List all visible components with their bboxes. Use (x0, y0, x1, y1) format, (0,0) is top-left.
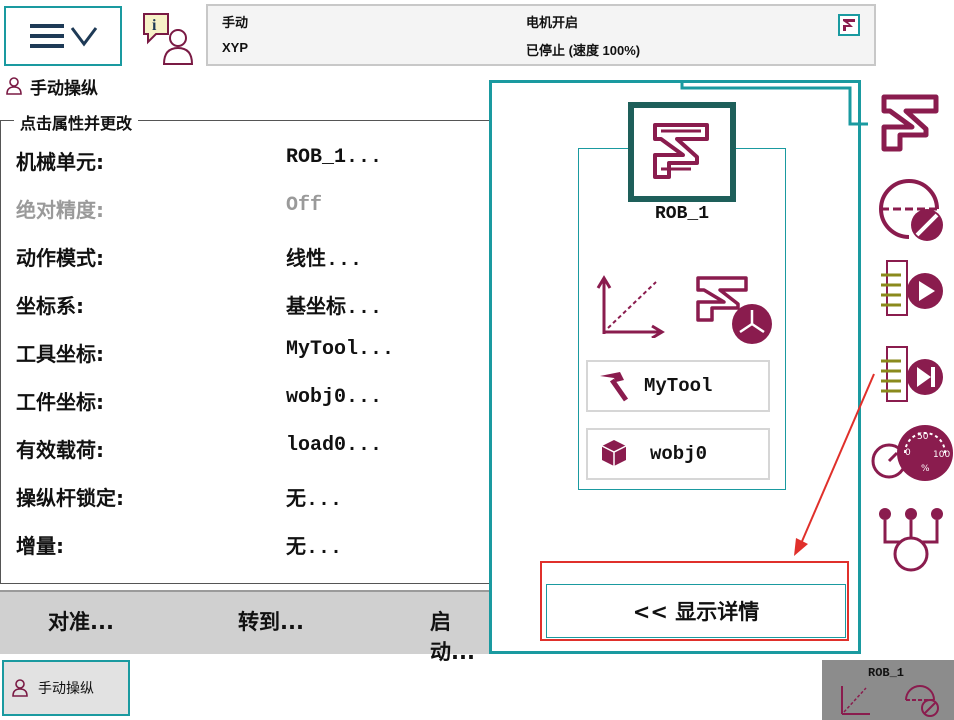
quickset-unit-label: ROB_1 (868, 666, 905, 680)
coordinate-system-icon[interactable] (694, 272, 778, 350)
property-motion-mode[interactable]: 动作模式: 线性... (16, 242, 486, 272)
property-value: 基坐标... (286, 297, 383, 320)
run-mode-icon[interactable] (868, 248, 954, 328)
mechanical-unit-quick-icon[interactable] (868, 84, 954, 164)
svg-text:100: 100 (933, 450, 950, 460)
property-value: 无... (286, 537, 343, 560)
action-bar: 对准... 转到... 启动... (0, 590, 490, 664)
property-label: 坐标系: (16, 294, 84, 318)
property-workobject[interactable]: 工件坐标: wobj0... (16, 386, 486, 416)
property-mechanical-unit[interactable]: 机械单元: ROB_1... (16, 146, 486, 176)
step-mode-icon[interactable] (868, 334, 954, 414)
property-payload[interactable]: 有效载荷: load0... (16, 434, 486, 464)
property-increment[interactable]: 增量: 无... (16, 530, 486, 560)
property-label: 工件坐标: (16, 390, 104, 414)
speed-icon[interactable]: 50 0 100 % (868, 414, 954, 498)
align-button[interactable]: 对准... (48, 606, 114, 636)
svg-text:i: i (152, 17, 157, 34)
motor-state: 电机开启 (526, 15, 579, 30)
property-value: 无... (286, 489, 343, 512)
property-label: 绝对精度: (16, 198, 104, 222)
hammer-icon (600, 372, 629, 402)
increment-off-icon (905, 685, 939, 717)
main-menu-button[interactable] (4, 6, 122, 66)
motion-mode-icon (841, 686, 870, 715)
taskbar-jogging-button[interactable]: 手动操纵 (2, 660, 130, 716)
property-absolute-accuracy: 绝对精度: Off (16, 194, 486, 224)
property-value: wobj0... (286, 386, 383, 409)
page-title-text: 手动操纵 (30, 78, 98, 99)
property-label: 动作模式: (16, 246, 104, 270)
property-label: 机械单元: (16, 150, 104, 174)
svg-text:0: 0 (905, 448, 911, 458)
taskbar-jogging-label: 手动操纵 (38, 681, 94, 697)
property-coordinate-system[interactable]: 坐标系: 基坐标... (16, 290, 486, 320)
property-value: load0... (286, 434, 383, 457)
cube-icon (601, 440, 627, 466)
goto-button[interactable]: 转到... (238, 606, 304, 636)
property-joystick-lock[interactable]: 操纵杆锁定: 无... (16, 482, 486, 512)
property-value: MyTool... (286, 338, 395, 361)
annotation-arrow (794, 373, 875, 556)
activate-button[interactable]: 启动... (430, 606, 490, 666)
workobject-select-button[interactable]: wobj0 (586, 428, 770, 480)
tasks-icon[interactable] (868, 500, 954, 580)
mechanical-unit-button[interactable] (628, 102, 736, 202)
property-tool[interactable]: 工具坐标: MyTool... (16, 338, 486, 368)
tool-select-button[interactable]: MyTool (586, 360, 770, 412)
operating-mode: 手动 (222, 15, 249, 30)
property-label: 有效载荷: (16, 438, 104, 462)
properties-group-title: 点击属性并更改 (14, 110, 139, 134)
workobject-name: wobj0 (650, 443, 708, 465)
show-details-button[interactable]: << 显示详情 (546, 584, 846, 638)
property-value: ROB_1... (286, 146, 383, 169)
property-label: 操纵杆锁定: (16, 486, 124, 510)
active-task: XYP (222, 40, 249, 55)
property-value: 线性... (286, 249, 363, 272)
event-log-icon[interactable]: i (138, 8, 200, 66)
robot-status-icon (838, 14, 860, 39)
jogging-icon (12, 679, 28, 697)
property-value: Off (286, 194, 323, 217)
program-state: 已停止 (速度 100%) (526, 43, 641, 58)
jogging-icon (6, 77, 22, 95)
motion-mode-icon[interactable] (596, 274, 666, 342)
svg-text:%: % (921, 464, 930, 474)
tool-name: MyTool (644, 375, 713, 397)
status-bar[interactable]: 手动 XYP 电机开启 已停止 (速度 100%) (206, 4, 876, 66)
quickset-menu-button[interactable]: ROB_1 (822, 660, 954, 720)
menu-icon (30, 24, 98, 48)
mechanical-unit-name: ROB_1 (654, 204, 709, 224)
increment-off-icon[interactable] (868, 172, 954, 248)
robot-icon (653, 123, 709, 179)
svg-text:50: 50 (917, 432, 929, 442)
page-title: 手动操纵 (4, 74, 98, 99)
property-label: 增量: (16, 534, 64, 558)
property-label: 工具坐标: (16, 342, 104, 366)
